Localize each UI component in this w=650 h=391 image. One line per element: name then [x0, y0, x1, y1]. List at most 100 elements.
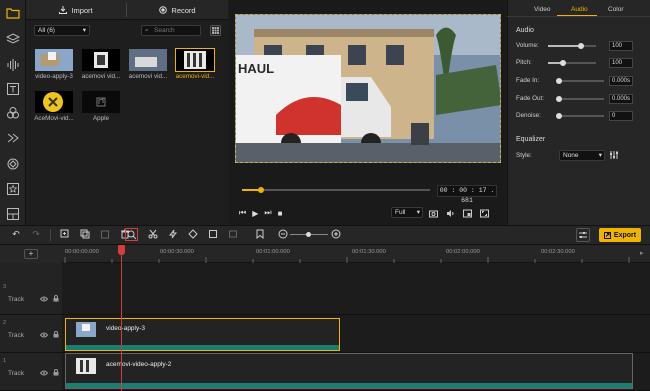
- equalizer-style-select[interactable]: None ▾: [559, 150, 605, 161]
- export-button[interactable]: Export: [599, 228, 641, 242]
- pitch-value[interactable]: 100: [609, 58, 633, 68]
- export-icon: [603, 231, 611, 239]
- clip-audio-wave: [66, 383, 632, 388]
- media-label: Apple: [92, 115, 110, 122]
- speed-icon[interactable]: [167, 228, 179, 240]
- progress-knob[interactable]: [258, 187, 264, 193]
- fade-out-value[interactable]: 0.000s: [609, 94, 633, 104]
- media-search-input[interactable]: ⌕ Search: [141, 25, 201, 36]
- eye-icon[interactable]: [40, 370, 48, 376]
- import-icon: [59, 6, 68, 14]
- equalizer-settings-icon[interactable]: [609, 150, 619, 160]
- marker-icon[interactable]: [254, 228, 266, 240]
- track-lane-3[interactable]: [62, 263, 650, 315]
- style-label: Style:: [516, 152, 532, 159]
- media-thumb-apple[interactable]: [82, 91, 120, 113]
- ruler-label: 00:02:30.000: [541, 249, 575, 255]
- media-label: AceMovi-vid...: [34, 115, 74, 122]
- media-thumb-video-apply-3[interactable]: [35, 49, 73, 71]
- text-icon[interactable]: [5, 81, 21, 97]
- track-number: 2: [3, 320, 7, 326]
- cut-icon[interactable]: [147, 228, 159, 240]
- equalizer-title: Equalizer: [516, 136, 546, 143]
- lock-icon[interactable]: [53, 331, 59, 338]
- record-icon: [159, 6, 168, 14]
- fade-out-label: Fade Out:: [516, 95, 545, 102]
- elements-icon[interactable]: [5, 181, 21, 197]
- media-filter-select[interactable]: All (6) ▾: [34, 25, 90, 36]
- volume-label: Volume:: [516, 42, 539, 49]
- audio-section-title: Audio: [516, 27, 534, 34]
- timeline-clip[interactable]: video-apply-3: [65, 318, 340, 351]
- volume-slider[interactable]: [548, 43, 596, 49]
- split-screen-icon[interactable]: [5, 206, 21, 222]
- zoom-in-icon[interactable]: [330, 228, 342, 240]
- pitch-slider[interactable]: [548, 60, 596, 66]
- pip-icon[interactable]: [463, 209, 472, 218]
- fade-in-slider[interactable]: [556, 78, 604, 84]
- timeline-header-corner: +: [0, 245, 62, 263]
- denoise-value[interactable]: 0: [609, 111, 633, 121]
- paste-icon[interactable]: [99, 228, 111, 240]
- ruler-label: 00:01:30.000: [352, 249, 386, 255]
- redo-icon[interactable]: ↷: [30, 228, 42, 240]
- clip-thumbnail: [76, 322, 96, 337]
- media-folder-icon[interactable]: [5, 5, 21, 21]
- media-thumb-acemovi-2[interactable]: [129, 49, 167, 71]
- layers-icon[interactable]: [5, 31, 21, 47]
- tab-divider: [507, 16, 650, 17]
- snapshot-icon[interactable]: [429, 209, 438, 218]
- undo-icon[interactable]: ↶: [10, 228, 22, 240]
- crop-icon[interactable]: [207, 228, 219, 240]
- keyframe-icon[interactable]: [187, 228, 199, 240]
- lock-icon[interactable]: [53, 295, 59, 302]
- record-button[interactable]: Record: [127, 0, 228, 20]
- denoise-slider[interactable]: [556, 113, 604, 119]
- media-thumb-acemovi-4[interactable]: [35, 91, 73, 113]
- track-name: Track: [8, 370, 25, 377]
- media-thumb-acemovi-1[interactable]: [82, 49, 120, 71]
- fullscreen-icon[interactable]: [480, 209, 489, 218]
- toolbar-divider: [50, 229, 51, 241]
- timeline-clip[interactable]: acemovi-video-apply-2: [65, 353, 633, 389]
- clip-name: acemovi-video-apply-2: [106, 361, 172, 368]
- audio-wave-icon[interactable]: [5, 57, 21, 73]
- add-track-button[interactable]: +: [24, 249, 38, 259]
- detach-icon[interactable]: [227, 228, 239, 240]
- play-icon[interactable]: ▶: [252, 209, 258, 218]
- media-thumb-acemovi-3[interactable]: [175, 48, 215, 72]
- grid-view-icon[interactable]: [210, 25, 221, 36]
- volume-icon[interactable]: [446, 209, 455, 218]
- zoom-knob[interactable]: [306, 232, 311, 237]
- playback-progress[interactable]: [242, 187, 430, 193]
- filters-icon[interactable]: [5, 105, 21, 121]
- lock-icon[interactable]: [53, 369, 59, 376]
- timeline-zoom-slider[interactable]: [290, 232, 328, 237]
- zoom-select[interactable]: Full ▾: [391, 207, 423, 218]
- tab-video[interactable]: Video: [534, 6, 551, 13]
- import-button[interactable]: Import: [26, 0, 126, 20]
- tab-audio[interactable]: Audio: [571, 6, 588, 13]
- clip-audio-wave: [66, 345, 339, 350]
- fade-out-slider[interactable]: [556, 96, 604, 102]
- zoom-out-icon[interactable]: [277, 228, 289, 240]
- next-frame-icon[interactable]: ⏭: [264, 208, 271, 218]
- zoom-tool-icon[interactable]: [125, 228, 138, 241]
- ruler-scroll-icon[interactable]: ▸: [640, 249, 644, 257]
- track-header-1: 1 Track: [0, 353, 62, 391]
- tab-color[interactable]: Color: [608, 6, 624, 13]
- stop-icon[interactable]: ■: [278, 209, 283, 218]
- audio-mixer-icon[interactable]: [576, 228, 590, 242]
- insert-icon[interactable]: [59, 228, 71, 240]
- export-label: Export: [613, 231, 637, 239]
- import-label: Import: [71, 5, 93, 15]
- copy-icon[interactable]: [79, 228, 91, 240]
- prev-frame-icon[interactable]: ⏮: [239, 208, 246, 218]
- eye-icon[interactable]: [40, 296, 48, 302]
- transitions-icon[interactable]: [5, 130, 21, 146]
- effects-icon[interactable]: [5, 156, 21, 172]
- volume-value[interactable]: 100: [609, 41, 633, 51]
- fade-in-value[interactable]: 0.000s: [609, 76, 633, 86]
- eye-icon[interactable]: [40, 332, 48, 338]
- video-preview[interactable]: HAUL: [235, 14, 501, 163]
